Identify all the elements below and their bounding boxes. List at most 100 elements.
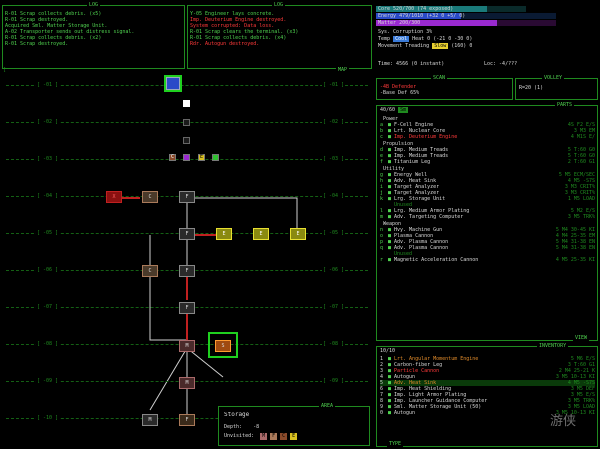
depth-label-left: [ -09 ] bbox=[36, 378, 60, 384]
message-log-left: LOG R-01 Scrap collects debris. (x5) R-01… bbox=[2, 2, 185, 69]
map-node-target[interactable]: S bbox=[215, 340, 231, 352]
map-node-unvisited-green[interactable] bbox=[212, 154, 219, 161]
depth-label-text: -08 bbox=[329, 341, 339, 347]
depth-label-text: -09 bbox=[43, 378, 53, 384]
map-node-m[interactable]: M bbox=[179, 377, 195, 389]
depth-label-text: -01 bbox=[329, 82, 339, 88]
map-node-small[interactable] bbox=[183, 119, 190, 126]
inventory-type-button[interactable]: TYPE bbox=[387, 442, 404, 447]
map-node-current[interactable] bbox=[166, 77, 180, 90]
map-node-e[interactable]: E bbox=[216, 228, 232, 240]
part-stats: 4 M5 25-35 KI bbox=[555, 257, 595, 263]
depth-label-text: -01 bbox=[43, 82, 53, 88]
depth-label-right: [ -06 ] bbox=[322, 267, 346, 273]
part-stats: 5 M4 31-38 EN bbox=[555, 245, 595, 251]
map-node-f[interactable]: F bbox=[179, 191, 195, 203]
map-node-c[interactable]: C bbox=[142, 191, 158, 203]
inventory-left: 0 ■ Autogun bbox=[380, 410, 415, 416]
world-map[interactable]: [ MAP [ -01 ][ -01 ][ -02 ][ -02 ][ -03 … bbox=[0, 67, 374, 449]
depth-divider bbox=[6, 85, 368, 86]
depth-value: -8 bbox=[253, 424, 260, 430]
part-left: r ■ Magnetic Acceleration Cannon bbox=[380, 257, 478, 263]
depth-label-text: -03 bbox=[43, 156, 53, 162]
energy-readout: Energy 479/1010 (+32 0 +5/ 0) bbox=[378, 13, 466, 19]
map-node-m[interactable]: M bbox=[179, 340, 195, 352]
depth-label-left: [ -07 ] bbox=[36, 304, 60, 310]
map-node-e[interactable]: E bbox=[253, 228, 269, 240]
log-title: LOG bbox=[87, 2, 101, 8]
parts-section-header: Weapon bbox=[383, 221, 402, 227]
depth-label-left: [ -02 ] bbox=[36, 119, 60, 125]
status-panel: Core 520/700 (74 exposed) Energy 479/101… bbox=[376, 3, 600, 71]
location-readout: Loc: -4/??? bbox=[484, 61, 518, 67]
depth-label-text: -07 bbox=[43, 304, 53, 310]
inventory-panel: INVENTORY 10/10 1 ■ Lrt. Angular Momentum … bbox=[376, 344, 598, 447]
parts-view-button[interactable]: VIEW bbox=[573, 336, 590, 341]
scan-panel: SCAN -4B Defender -Base Def 65% bbox=[376, 76, 513, 100]
log-line: R-01 Scrap destroyed. bbox=[5, 41, 69, 47]
depth-label-text: -05 bbox=[329, 230, 339, 236]
map-node-m[interactable]: M bbox=[142, 414, 158, 426]
depth-label-text: -04 bbox=[329, 193, 339, 199]
corruption-readout: Sys. Corruption 3% bbox=[378, 29, 433, 35]
map-node-f[interactable]: F bbox=[179, 414, 195, 426]
depth-label-left: [ -06 ] bbox=[36, 267, 60, 273]
inventory-key: 0 bbox=[380, 410, 384, 416]
movement-row: Movement Treading Slow (160) 0 bbox=[378, 43, 472, 49]
depth-label-text: -02 bbox=[43, 119, 53, 125]
map-node-small[interactable] bbox=[183, 137, 190, 144]
parts-section-header: Propulsion bbox=[383, 141, 414, 147]
depth-label-left: [ -04 ] bbox=[36, 193, 60, 199]
volley-panel: VOLLEY R=20 (1) bbox=[515, 76, 598, 100]
map-depth-row: [ -01 ] [ -01 ] bbox=[0, 82, 374, 90]
core-readout: Core 520/700 (74 exposed) bbox=[378, 6, 454, 12]
map-node-unvisited-e[interactable]: E bbox=[198, 154, 205, 161]
scan-line: -Base Def 65% bbox=[380, 90, 420, 96]
map-node-e[interactable]: E bbox=[290, 228, 306, 240]
unvisited-tag: M bbox=[260, 433, 268, 440]
depth-label-left: [ -08 ] bbox=[36, 341, 60, 347]
part-stats: 3 M5 TRK% bbox=[567, 214, 595, 220]
map-node-c[interactable]: C bbox=[142, 265, 158, 277]
depth-label-right: [ -08 ] bbox=[322, 341, 346, 347]
movement-speed: Slow bbox=[432, 43, 449, 49]
parts-section-header: Utility bbox=[383, 166, 405, 172]
inventory-capacity: 10/10 bbox=[380, 348, 396, 354]
area-title: AREA bbox=[319, 403, 336, 409]
parts-panel: PARTS 40/60 Sm Power a ■ F-Cell Engine 4S F2… bbox=[376, 103, 598, 341]
movement-label: Movement Treading bbox=[378, 43, 430, 49]
depth-label-text: -09 bbox=[329, 378, 339, 384]
parts-capacity: 40/60 bbox=[380, 107, 396, 113]
depth-label-text: -10 bbox=[43, 415, 53, 421]
map-node-f[interactable]: F bbox=[179, 228, 195, 240]
depth-label-text: -03 bbox=[329, 156, 339, 162]
area-name: Storage bbox=[224, 412, 250, 418]
depth-label-text: -06 bbox=[43, 267, 53, 273]
part-slot[interactable]: r ■ Magnetic Acceleration Cannon 4 M5 25-35… bbox=[380, 257, 595, 263]
parts-header: 40/60 Sm bbox=[380, 107, 409, 113]
watermark-logo: 游侠 bbox=[550, 414, 577, 429]
heat-detail: Heat 0 (-21 0 -30 0) bbox=[412, 36, 473, 42]
depth-label-right: [ -09 ] bbox=[322, 378, 346, 384]
depth-row: Depth: -8 bbox=[224, 424, 259, 430]
matter-readout: Matter 200/300 bbox=[378, 20, 421, 26]
unvisited-tag: C bbox=[280, 433, 288, 440]
map-node-unvisited-purple[interactable] bbox=[183, 154, 190, 161]
area-panel: AREA Storage Depth: -8 Unvisited: MFCE bbox=[218, 403, 370, 446]
map-node-unvisited-c[interactable]: C bbox=[169, 154, 176, 161]
message-log-right: LOG Y-05 Engineer lays concrete. Imp. Deu… bbox=[187, 3, 372, 69]
parts-mode-tag[interactable]: Sm bbox=[398, 107, 409, 113]
depth-label-text: -04 bbox=[43, 193, 53, 199]
parts-section-header: Power bbox=[383, 116, 399, 122]
part-stats: 1 M5 LOAD bbox=[567, 196, 595, 202]
depth-label-text: -02 bbox=[329, 119, 339, 125]
movement-detail: (160) 0 bbox=[451, 43, 473, 49]
map-node-small[interactable] bbox=[183, 100, 190, 107]
map-node-f[interactable]: F bbox=[179, 302, 195, 314]
temp-status: Cool bbox=[393, 36, 410, 42]
unvisited-tag: F bbox=[270, 433, 278, 440]
depth-label-right: [ -04 ] bbox=[322, 193, 346, 199]
map-node-f[interactable]: F bbox=[179, 265, 195, 277]
depth-label-right: [ -03 ] bbox=[322, 156, 346, 162]
map-node-hostile[interactable]: X bbox=[106, 191, 122, 203]
